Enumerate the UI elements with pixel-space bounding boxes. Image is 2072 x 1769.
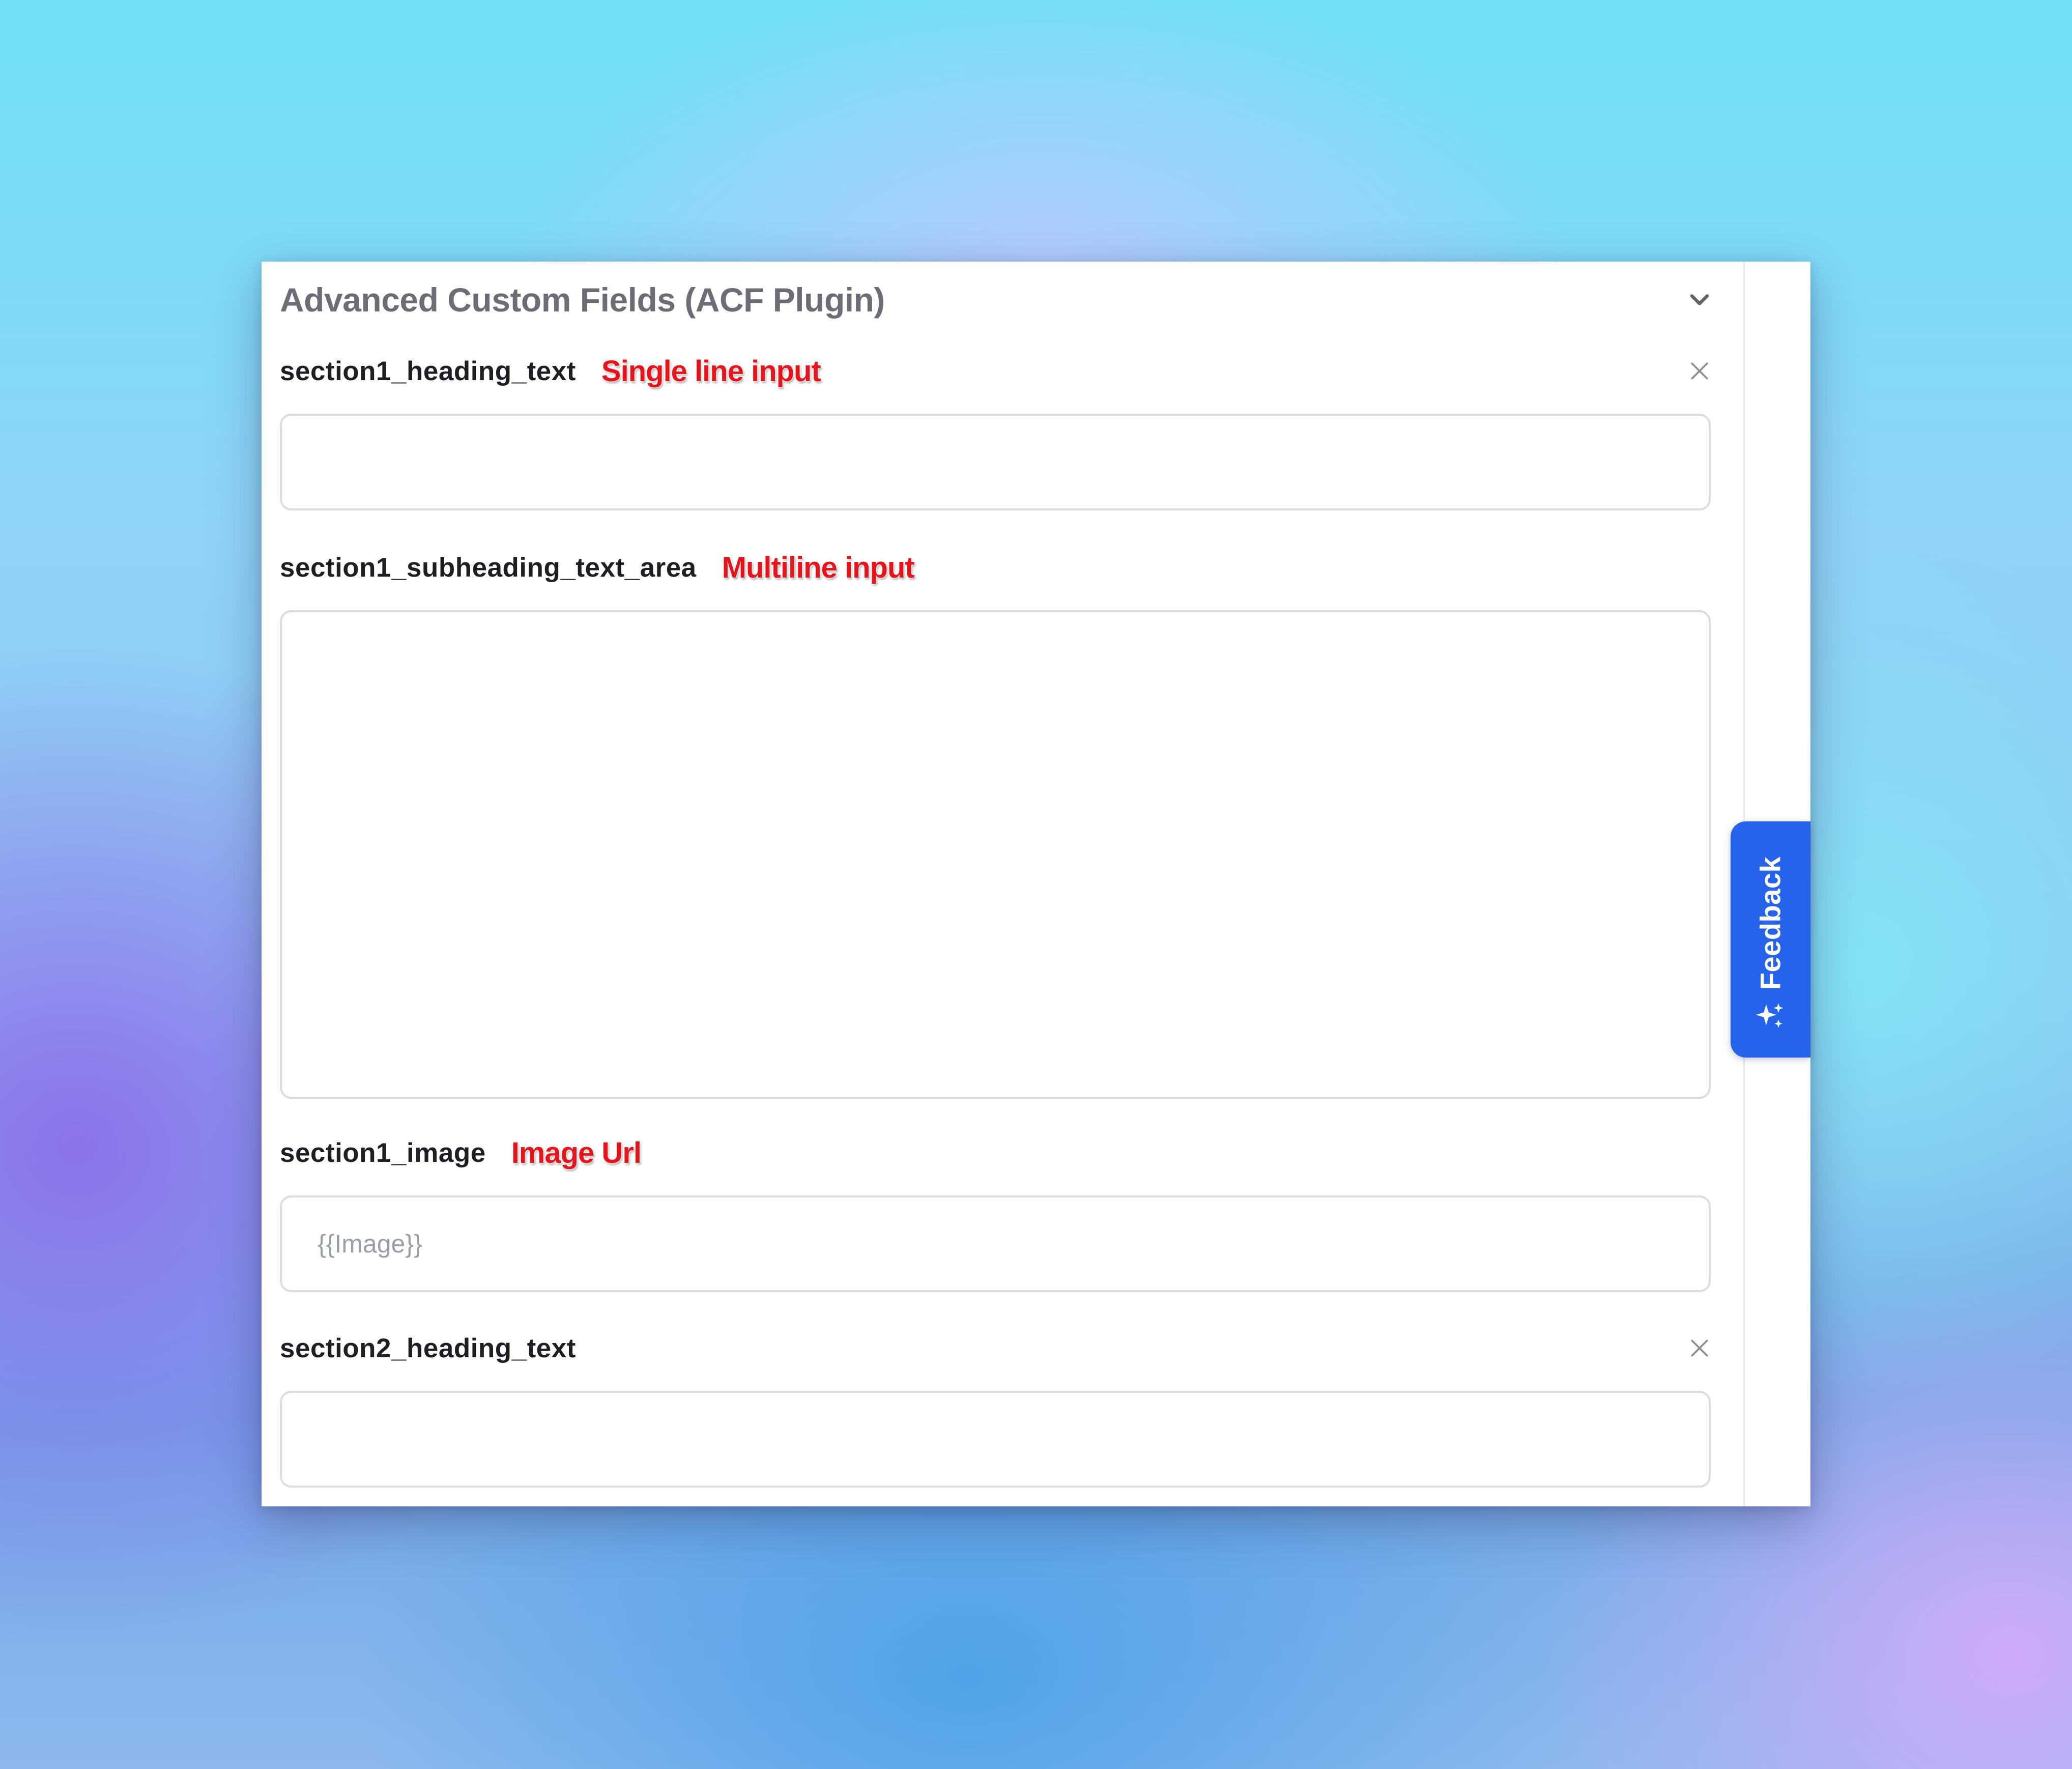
close-icon[interactable] bbox=[1688, 360, 1711, 382]
field-label-row: section1_heading_text Single line input bbox=[280, 351, 1711, 391]
chevron-down-icon[interactable] bbox=[1684, 284, 1715, 315]
close-icon[interactable] bbox=[1688, 1337, 1711, 1359]
field-label: section1_image bbox=[280, 1137, 486, 1168]
field-section1-image: section1_image Image Url {{Image}} bbox=[280, 1132, 1711, 1292]
section1-heading-text-input[interactable] bbox=[280, 414, 1711, 510]
field-label-row: section1_image Image Url bbox=[280, 1132, 1711, 1173]
field-label: section1_subheading_text_area bbox=[280, 552, 697, 583]
field-label-row: section2_heading_text bbox=[280, 1328, 1711, 1368]
field-section1-subheading-text-area: section1_subheading_text_area Multiline … bbox=[280, 547, 1711, 1099]
section1-image-input[interactable]: {{Image}} bbox=[280, 1195, 1711, 1292]
annotation-label: Image Url bbox=[511, 1136, 642, 1169]
panel-title: Advanced Custom Fields (ACF Plugin) bbox=[280, 281, 885, 319]
feedback-label: Feedback bbox=[1754, 856, 1787, 990]
image-input-placeholder: {{Image}} bbox=[318, 1230, 422, 1258]
annotation-label: Multiline input bbox=[722, 551, 915, 584]
annotation-label: Single line input bbox=[601, 354, 821, 388]
feedback-button[interactable]: Feedback bbox=[1731, 821, 1810, 1058]
field-label-row: section1_subheading_text_area Multiline … bbox=[280, 547, 1711, 588]
sparkle-icon bbox=[1756, 1003, 1783, 1028]
acf-panel: Advanced Custom Fields (ACF Plugin) sect… bbox=[262, 262, 1810, 1506]
section2-heading-text-input[interactable] bbox=[280, 1391, 1711, 1488]
section1-subheading-textarea[interactable] bbox=[280, 610, 1711, 1099]
field-section2-heading-text: section2_heading_text bbox=[280, 1328, 1711, 1488]
field-label: section2_heading_text bbox=[280, 1333, 576, 1363]
field-section1-heading-text: section1_heading_text Single line input bbox=[280, 351, 1711, 510]
panel-header[interactable]: Advanced Custom Fields (ACF Plugin) bbox=[280, 272, 1725, 328]
field-label: section1_heading_text bbox=[280, 356, 576, 386]
